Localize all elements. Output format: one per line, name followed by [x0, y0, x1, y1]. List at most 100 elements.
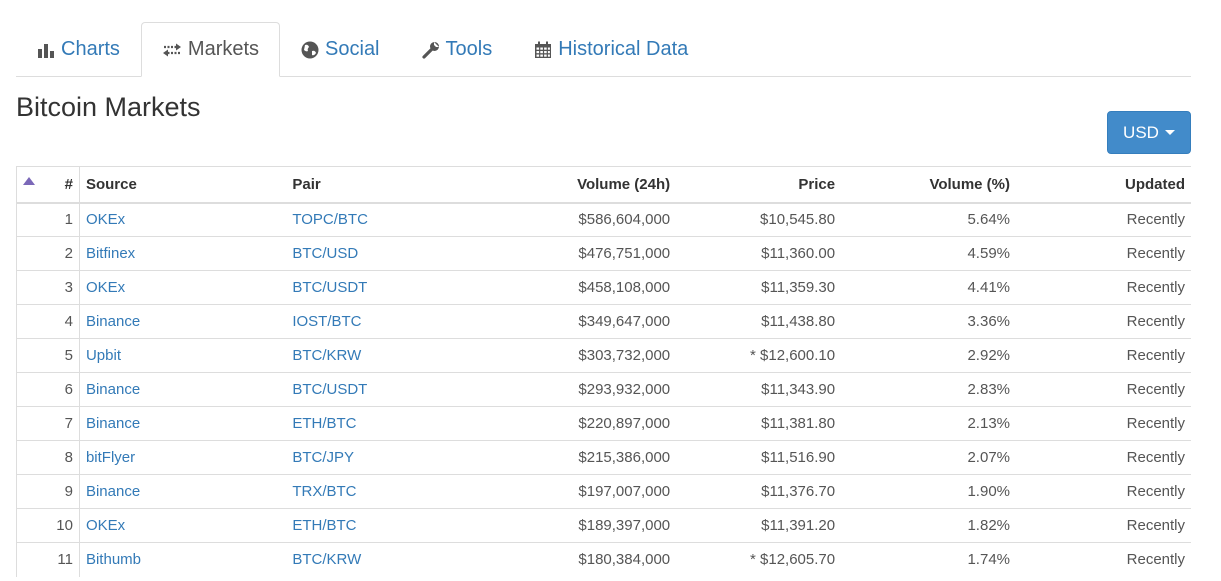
table-row: 8 bitFlyer BTC/JPY $215,386,000 $11,516.90 2.… — [16, 440, 1191, 475]
row-spacer — [16, 304, 44, 339]
source-cell: Binance — [78, 474, 287, 509]
pair-link[interactable]: BTC/USDT — [292, 279, 367, 296]
pair-link[interactable]: IOST/BTC — [292, 313, 361, 330]
volume-percent-cell: 2.83% — [841, 372, 1017, 407]
source-link[interactable]: Binance — [86, 313, 140, 330]
pair-link[interactable]: BTC/USD — [292, 245, 358, 262]
updated-cell: Recently — [1016, 542, 1191, 577]
volume-cell: $197,007,000 — [476, 474, 677, 509]
rank-cell: 3 — [43, 270, 80, 305]
pair-link[interactable]: TOPC/BTC — [292, 211, 368, 228]
volume-percent-cell: 1.74% — [841, 542, 1017, 577]
tab-historical-data[interactable]: Historical Data — [513, 22, 709, 77]
source-link[interactable]: OKEx — [86, 211, 125, 228]
source-cell: Binance — [78, 406, 287, 441]
pair-cell: BTC/USDT — [286, 372, 477, 407]
volume-percent-cell: 4.59% — [841, 236, 1017, 271]
source-link[interactable]: Binance — [86, 483, 140, 500]
table-header-row: # Source Pair Volume (24h) Price Volume … — [16, 166, 1191, 204]
volume-cell: $189,397,000 — [476, 508, 677, 543]
source-link[interactable]: Bitfinex — [86, 245, 135, 262]
volume-percent-cell: 2.07% — [841, 440, 1017, 475]
volume-header[interactable]: Volume (24h) — [476, 166, 677, 204]
volume-percent-header[interactable]: Volume (%) — [841, 166, 1017, 204]
page-title: Bitcoin Markets — [16, 92, 201, 122]
pair-cell: BTC/KRW — [286, 338, 477, 373]
source-link[interactable]: Upbit — [86, 347, 121, 364]
pair-link[interactable]: ETH/BTC — [292, 517, 356, 534]
rank-cell: 6 — [43, 372, 80, 407]
row-spacer — [16, 508, 44, 543]
tab-label: Tools — [445, 38, 493, 60]
tab-charts[interactable]: Charts — [16, 22, 141, 77]
volume-cell: $586,604,000 — [476, 202, 677, 237]
currency-dropdown-button[interactable]: USD — [1107, 111, 1191, 154]
table-row: 6 Binance BTC/USDT $293,932,000 $11,343.90 2.… — [16, 372, 1191, 407]
rank-cell: 7 — [43, 406, 80, 441]
pair-header[interactable]: Pair — [286, 166, 477, 204]
volume-percent-cell: 3.36% — [841, 304, 1017, 339]
source-link[interactable]: Bithumb — [86, 551, 141, 568]
source-cell: Upbit — [78, 338, 287, 373]
sort-ascending-icon[interactable] — [23, 176, 35, 185]
rank-header[interactable]: # — [43, 166, 80, 204]
globe-icon — [301, 41, 319, 59]
volume-cell: $220,897,000 — [476, 406, 677, 441]
tab-bar: Charts Markets Social Tools Historical D… — [16, 22, 1191, 77]
bar-chart-icon — [37, 42, 55, 58]
price-cell: $11,381.80 — [676, 406, 842, 441]
pair-cell: BTC/KRW — [286, 542, 477, 577]
rank-cell: 10 — [43, 508, 80, 543]
volume-cell: $215,386,000 — [476, 440, 677, 475]
tab-label: Charts — [61, 38, 120, 60]
rank-cell: 8 — [43, 440, 80, 475]
tab-markets[interactable]: Markets — [140, 22, 281, 77]
source-link[interactable]: OKEx — [86, 517, 125, 534]
pair-link[interactable]: ETH/BTC — [292, 415, 356, 432]
price-cell: $11,438.80 — [676, 304, 842, 339]
markets-table: # Source Pair Volume (24h) Price Volume … — [16, 166, 1191, 577]
row-spacer — [16, 474, 44, 509]
volume-percent-cell: 2.13% — [841, 406, 1017, 441]
pair-link[interactable]: BTC/USDT — [292, 381, 367, 398]
source-cell: OKEx — [78, 508, 287, 543]
pair-cell: TRX/BTC — [286, 474, 477, 509]
table-row: 3 OKEx BTC/USDT $458,108,000 $11,359.30 4.41%… — [16, 270, 1191, 305]
pair-link[interactable]: BTC/KRW — [292, 551, 361, 568]
tab-tools[interactable]: Tools — [401, 22, 514, 77]
updated-header[interactable]: Updated — [1016, 166, 1191, 204]
pair-link[interactable]: TRX/BTC — [292, 483, 356, 500]
source-cell: OKEx — [78, 202, 287, 237]
price-cell: * $12,600.10 — [676, 338, 842, 373]
table-row: 4 Binance IOST/BTC $349,647,000 $11,438.80 3.… — [16, 304, 1191, 339]
pair-cell: BTC/USDT — [286, 270, 477, 305]
pair-cell: IOST/BTC — [286, 304, 477, 339]
updated-cell: Recently — [1016, 338, 1191, 373]
source-header[interactable]: Source — [78, 166, 287, 204]
source-cell: OKEx — [78, 270, 287, 305]
tab-label: Markets — [187, 38, 260, 60]
table-row: 11 Bithumb BTC/KRW $180,384,000 * $12,605.70… — [16, 542, 1191, 577]
updated-cell: Recently — [1016, 406, 1191, 441]
sort-column-header[interactable] — [16, 166, 44, 204]
pair-link[interactable]: BTC/KRW — [292, 347, 361, 364]
updated-cell: Recently — [1016, 304, 1191, 339]
updated-cell: Recently — [1016, 440, 1191, 475]
source-cell: Binance — [78, 372, 287, 407]
source-link[interactable]: Binance — [86, 381, 140, 398]
rank-cell: 2 — [43, 236, 80, 271]
tab-label: Historical Data — [558, 38, 689, 60]
source-link[interactable]: bitFlyer — [86, 449, 135, 466]
volume-cell: $180,384,000 — [476, 542, 677, 577]
source-cell: bitFlyer — [78, 440, 287, 475]
price-header[interactable]: Price — [676, 166, 842, 204]
source-link[interactable]: OKEx — [86, 279, 125, 296]
source-link[interactable]: Binance — [86, 415, 140, 432]
calendar-icon — [534, 41, 552, 59]
rank-cell: 11 — [43, 542, 80, 577]
updated-cell: Recently — [1016, 372, 1191, 407]
tab-social[interactable]: Social — [280, 22, 400, 77]
exchange-arrows-icon — [162, 42, 182, 58]
volume-cell: $349,647,000 — [476, 304, 677, 339]
pair-link[interactable]: BTC/JPY — [292, 449, 354, 466]
